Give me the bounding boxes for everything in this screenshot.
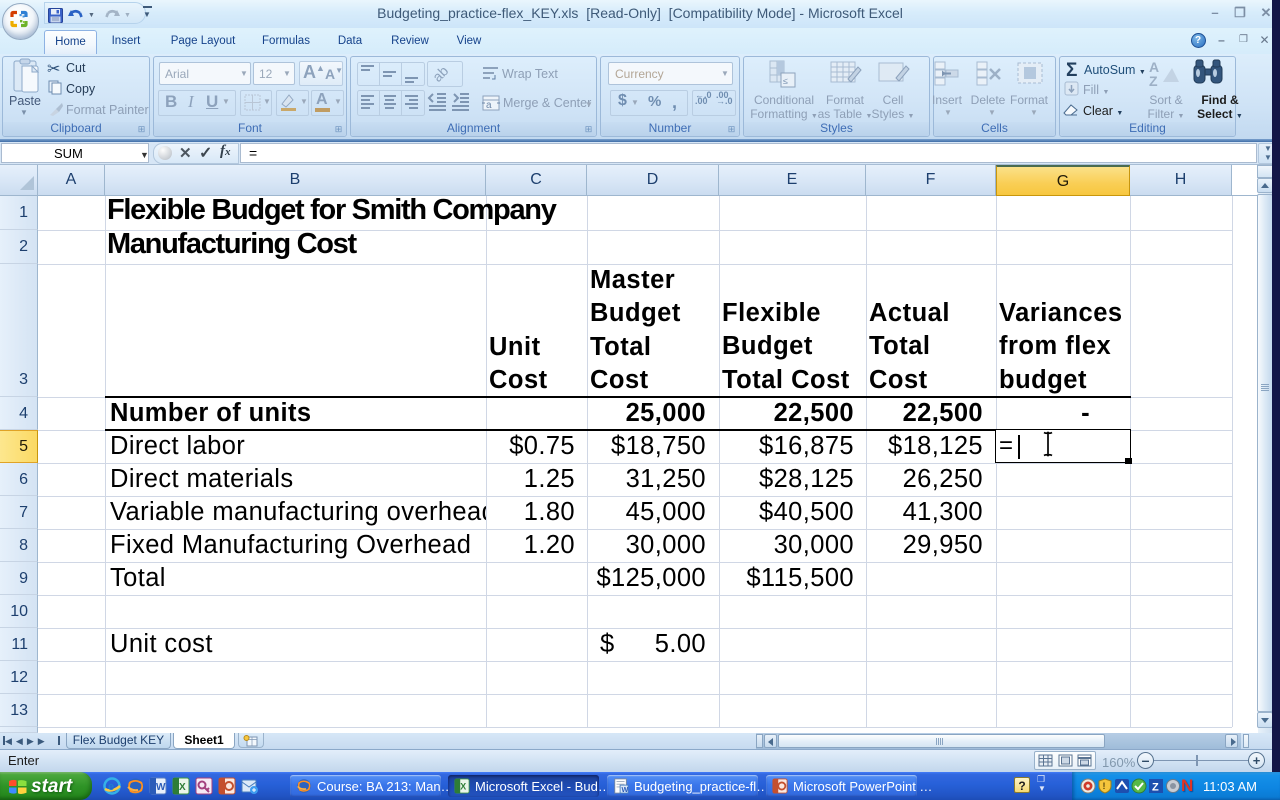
svg-text:e: e — [108, 781, 114, 793]
svg-text:a: a — [486, 100, 492, 111]
svg-text:X: X — [179, 782, 186, 793]
svg-text:X: X — [460, 782, 466, 792]
svg-text:Z: Z — [1152, 782, 1159, 794]
svg-text:≤: ≤ — [783, 76, 788, 86]
svg-text:W: W — [621, 786, 628, 794]
svg-text:Z: Z — [1149, 73, 1158, 89]
svg-text:ab: ab — [429, 62, 451, 84]
svg-text:!: ! — [1103, 781, 1106, 791]
svg-text:W: W — [156, 782, 166, 793]
